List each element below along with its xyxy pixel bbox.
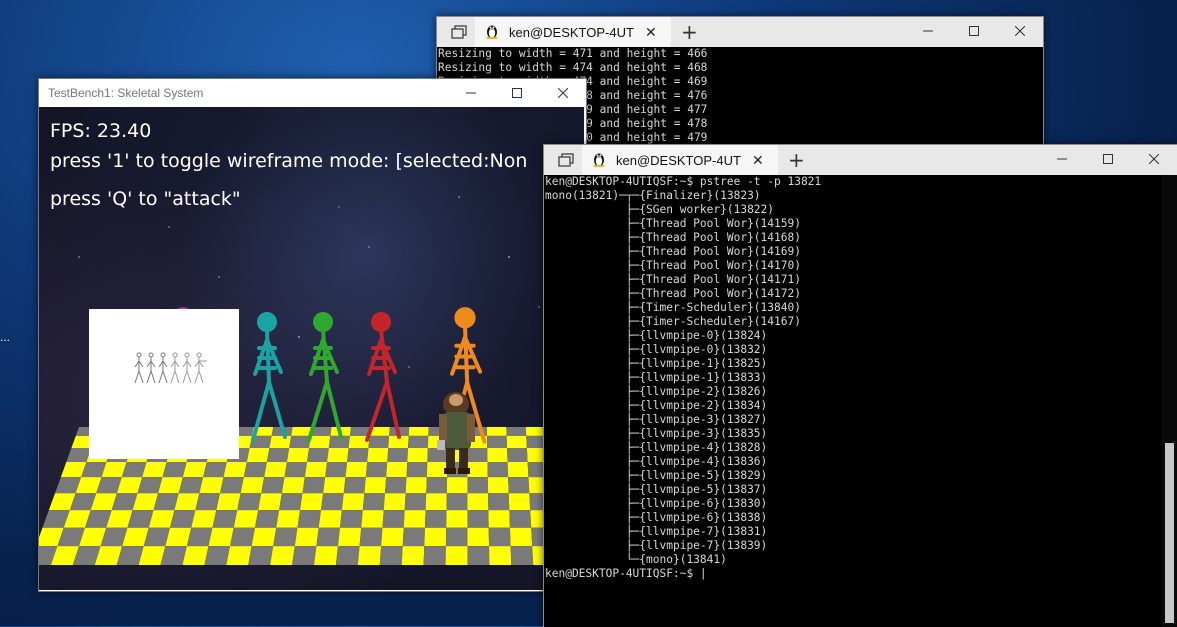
linux-tux-icon — [485, 23, 499, 42]
terminal-line: ├─{llvmpipe-5}(13829) — [545, 469, 768, 482]
maximize-button[interactable] — [1085, 145, 1131, 173]
mini-skeleton — [158, 352, 168, 384]
window-menu-icon[interactable] — [550, 145, 582, 175]
terminal-line: ├─{Thread Pool Wor}(14170) — [545, 259, 801, 272]
maximize-button[interactable] — [951, 17, 997, 45]
terminal-line: └─{mono}(13841) — [545, 553, 727, 566]
new-tab-button[interactable]: + — [788, 145, 805, 175]
terminal-line: ├─{llvmpipe-7}(13831) — [545, 525, 768, 538]
terminal-line: ├─{Timer-Scheduler}(13840) — [545, 301, 801, 314]
terminal-line: Resizing to width = 471 and height = 466 — [438, 47, 708, 60]
terminal-tab[interactable]: ken@DESKTOP-4UTIQS ✕ — [582, 145, 778, 175]
terminal-line: mono(13821)─┬─{Finalizer}(13823) — [545, 189, 761, 202]
linux-tux-icon — [592, 151, 606, 170]
terminal-line: ├─{Thread Pool Wor}(14171) — [545, 273, 801, 286]
close-button[interactable] — [540, 79, 586, 107]
skeleton — [307, 312, 343, 442]
desktop-icon-label[interactable]: ... — [0, 330, 10, 344]
terminal-line: ├─{llvmpipe-4}(13836) — [545, 455, 768, 468]
terminal-line: ├─{llvmpipe-0}(13832) — [545, 343, 768, 356]
minimize-button[interactable] — [1039, 145, 1085, 173]
mini-skeleton — [146, 352, 156, 384]
terminal-line: ken@DESKTOP-4UTIQSF:~$ | — [545, 567, 707, 580]
terminal-line: ├─{llvmpipe-3}(13835) — [545, 427, 768, 440]
terminal-tab[interactable]: ken@DESKTOP-4UTIQS ✕ — [475, 17, 671, 47]
skeleton — [365, 312, 401, 442]
mini-skeletons — [134, 352, 207, 384]
terminal-line: ├─{llvmpipe-5}(13837) — [545, 483, 768, 496]
terminal-titlebar[interactable]: ken@DESKTOP-4UTIQS ✕ + — [437, 17, 1043, 47]
mini-skeleton — [134, 352, 144, 384]
preview-panel — [89, 309, 239, 459]
new-tab-button[interactable]: + — [681, 17, 698, 47]
terminal-output[interactable]: ken@DESKTOP-4UTIQSF:~$ pstree -t -p 1382… — [544, 175, 1162, 627]
dwarf-character — [437, 392, 475, 474]
mini-skeleton — [194, 352, 204, 384]
fps-readout: FPS: 23.40 — [50, 120, 152, 142]
mini-skeleton — [182, 352, 192, 384]
terminal-line: ├─{llvmpipe-1}(13833) — [545, 371, 768, 384]
attack-hint: press 'Q' to "attack" — [50, 188, 241, 210]
skeleton — [251, 312, 287, 442]
terminal-line: ├─{llvmpipe-1}(13825) — [545, 357, 768, 370]
terminal-line: ├─{SGen worker}(13822) — [545, 203, 775, 216]
terminal-line: ├─{llvmpipe-7}(13839) — [545, 539, 768, 552]
gl-titlebar[interactable]: TestBench1: Skeletal System — [39, 79, 586, 107]
terminal-line: ├─{llvmpipe-6}(13830) — [545, 497, 768, 510]
terminal-line: ├─{llvmpipe-6}(13838) — [545, 511, 768, 524]
terminal-tab-title: ken@DESKTOP-4UTIQS — [509, 24, 635, 40]
render-viewport[interactable]: FPS: 23.40 press '1' to toggle wireframe… — [39, 107, 584, 590]
scrollbar-thumb[interactable] — [1165, 443, 1174, 623]
close-tab-icon[interactable]: ✕ — [645, 24, 657, 41]
close-tab-icon[interactable]: ✕ — [752, 152, 764, 169]
terminal-titlebar[interactable]: ken@DESKTOP-4UTIQS ✕ + — [544, 145, 1177, 175]
terminal-line: ├─{llvmpipe-0}(13824) — [545, 329, 768, 342]
wireframe-hint: press '1' to toggle wireframe mode: [sel… — [50, 150, 528, 172]
terminal-tab-title: ken@DESKTOP-4UTIQS — [616, 152, 742, 168]
terminal-line: ├─{Thread Pool Wor}(14159) — [545, 217, 801, 230]
terminal-line: ├─{Thread Pool Wor}(14169) — [545, 245, 801, 258]
terminal-line: ├─{llvmpipe-2}(13826) — [545, 385, 768, 398]
minimize-button[interactable] — [905, 17, 951, 45]
close-button[interactable] — [997, 17, 1043, 45]
terminal-window-front[interactable]: ken@DESKTOP-4UTIQS ✕ + ken@DESKTOP-4UTIQ… — [543, 144, 1177, 627]
close-button[interactable] — [1131, 145, 1177, 173]
terminal-line: ├─{Thread Pool Wor}(14168) — [545, 231, 801, 244]
window-menu-icon[interactable] — [443, 17, 475, 47]
terminal-line: ├─{llvmpipe-4}(13828) — [545, 441, 768, 454]
skeletal-system-window[interactable]: TestBench1: Skeletal System FPS: 23.40 p… — [38, 78, 587, 592]
terminal-line: ken@DESKTOP-4UTIQSF:~$ pstree -t -p 1382… — [545, 175, 822, 188]
minimize-button[interactable] — [448, 79, 494, 107]
mini-skeleton — [170, 352, 180, 384]
terminal-line: ├─{llvmpipe-3}(13827) — [545, 413, 768, 426]
terminal-line: ├─{Thread Pool Wor}(14172) — [545, 287, 801, 300]
terminal-line: Resizing to width = 474 and height = 468 — [438, 61, 708, 74]
maximize-button[interactable] — [494, 79, 540, 107]
terminal-scrollbar[interactable] — [1162, 175, 1177, 627]
terminal-line: ├─{Timer-Scheduler}(14167) — [545, 315, 801, 328]
window-title: TestBench1: Skeletal System — [48, 86, 204, 100]
terminal-line: ├─{llvmpipe-2}(13834) — [545, 399, 768, 412]
